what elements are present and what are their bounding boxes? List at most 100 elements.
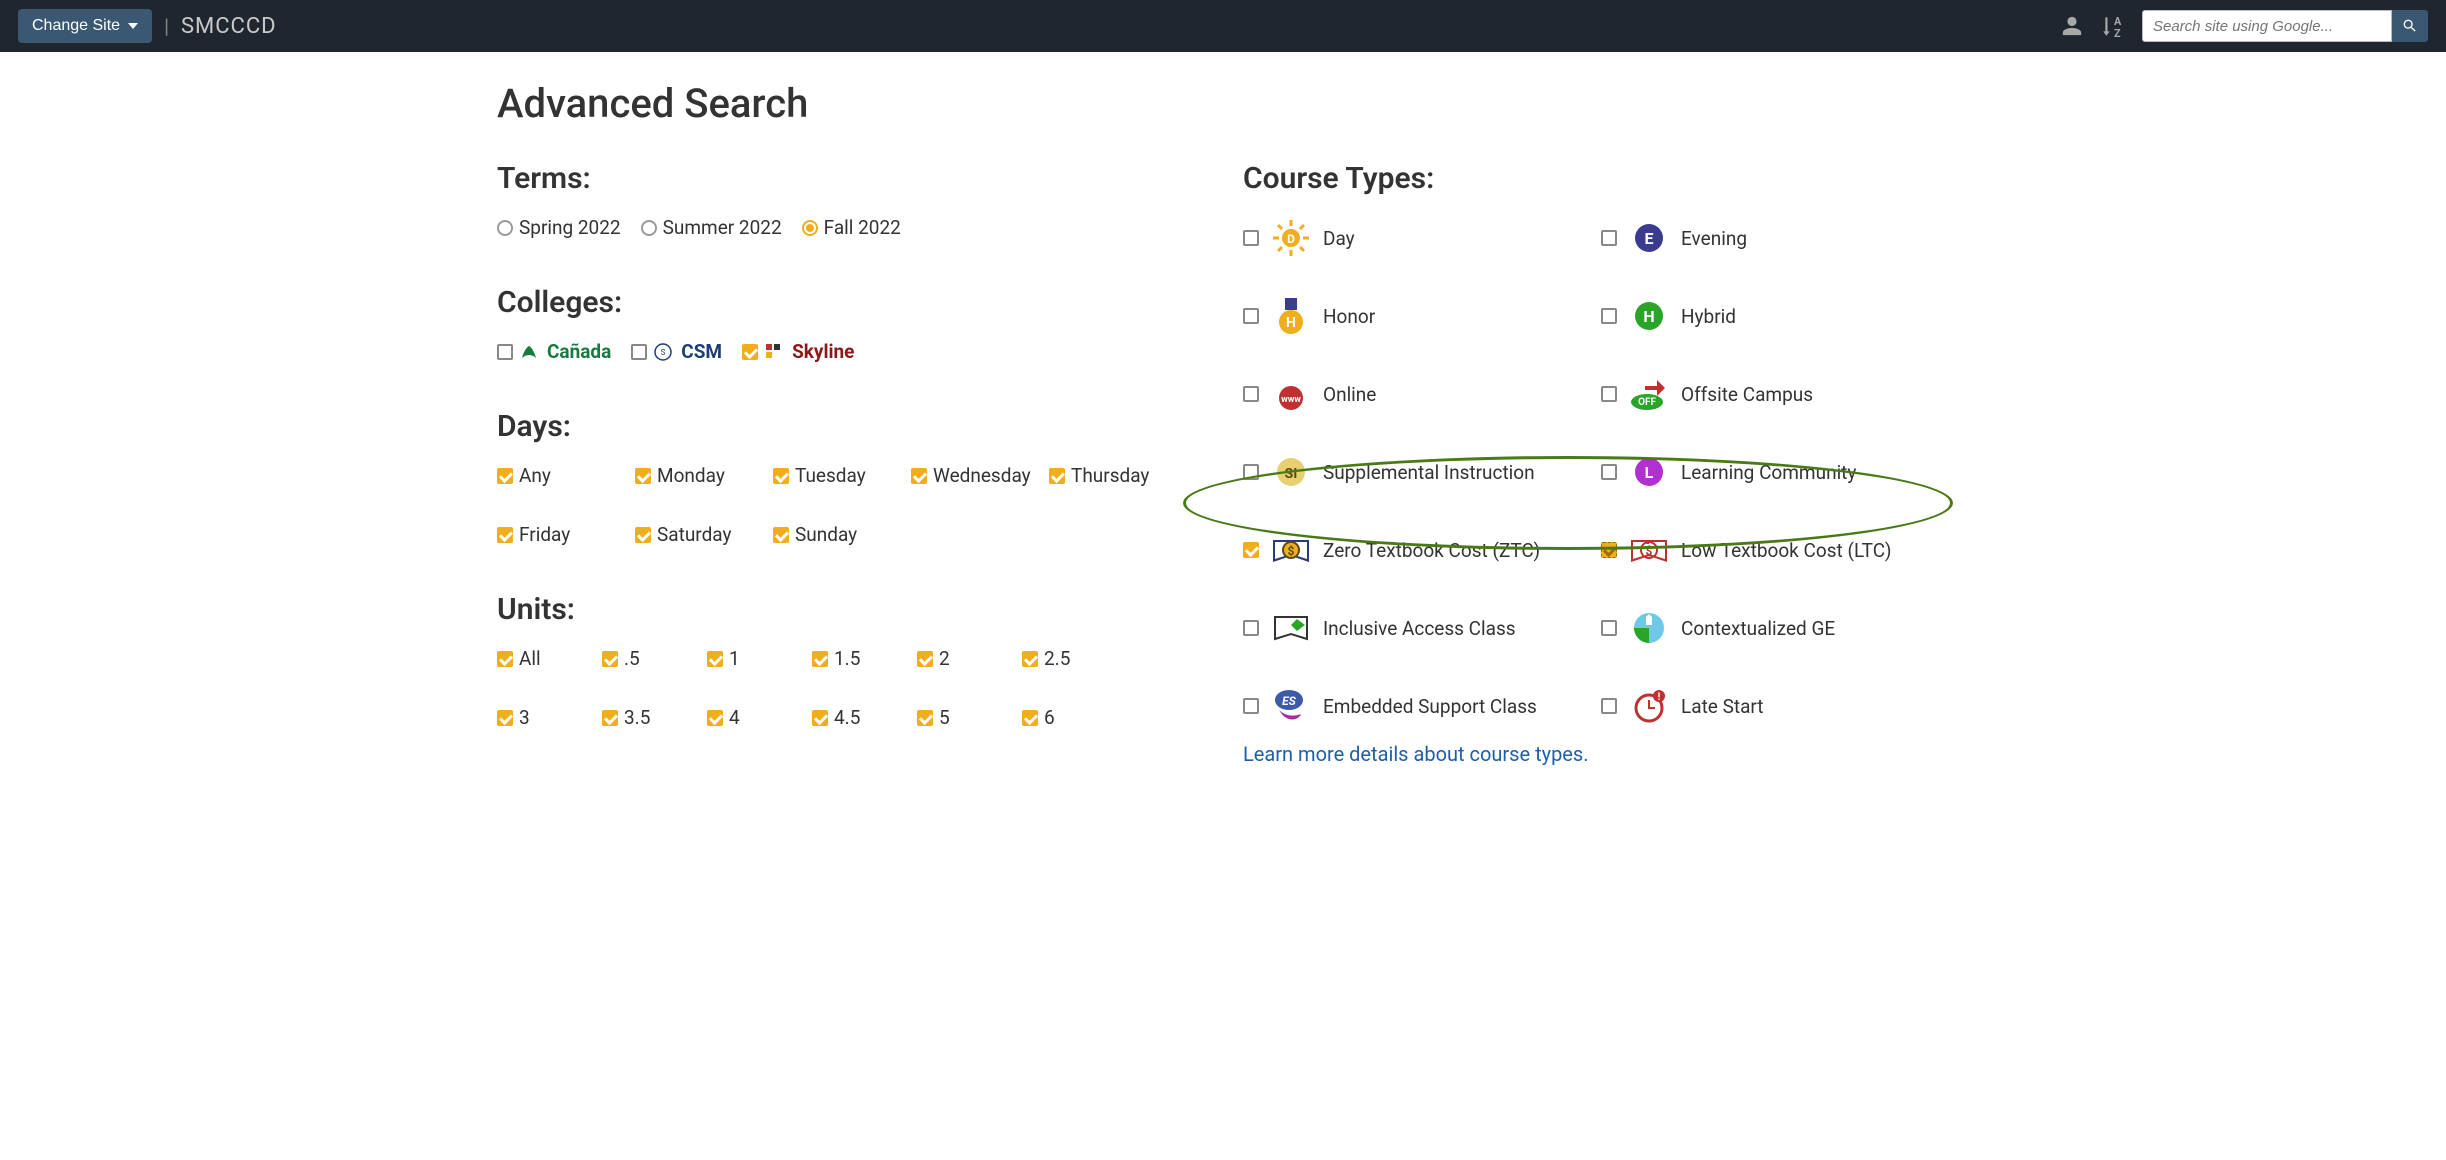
sort-az-icon[interactable]: AZ <box>2100 12 2128 40</box>
day-option[interactable]: Sunday <box>773 523 901 546</box>
checkbox[interactable] <box>497 344 513 360</box>
checkbox[interactable] <box>707 651 723 667</box>
checkbox[interactable] <box>635 468 651 484</box>
checkbox[interactable] <box>497 651 513 667</box>
course-type-option[interactable]: LLearning Community <box>1601 450 1949 494</box>
checkbox[interactable] <box>812 651 828 667</box>
checkbox[interactable] <box>1601 542 1617 558</box>
course-type-option[interactable]: !Late Start <box>1601 684 1949 728</box>
day-option[interactable]: Saturday <box>635 523 763 546</box>
checkbox[interactable] <box>812 710 828 726</box>
course-type-option[interactable]: $Low Textbook Cost (LTC) <box>1601 528 1949 572</box>
checkbox[interactable] <box>497 468 513 484</box>
day-option[interactable]: Wednesday <box>911 464 1039 487</box>
checkbox[interactable] <box>1601 230 1617 246</box>
checkbox[interactable] <box>1049 468 1065 484</box>
course-type-option[interactable]: OFFOffsite Campus <box>1601 372 1949 416</box>
unit-option[interactable]: 2.5 <box>1022 647 1117 670</box>
unit-option[interactable]: .5 <box>602 647 697 670</box>
change-site-button[interactable]: Change Site <box>18 9 152 43</box>
unit-option[interactable]: 1 <box>707 647 802 670</box>
checkbox[interactable] <box>497 710 513 726</box>
checkbox[interactable] <box>773 468 789 484</box>
learn-more-link[interactable]: Learn more details about course types. <box>1243 742 1589 766</box>
unit-option[interactable]: 5 <box>917 706 1012 729</box>
term-option[interactable]: Summer 2022 <box>641 216 782 239</box>
learning-icon: L <box>1627 450 1671 494</box>
radio-button[interactable] <box>497 220 513 236</box>
checkbox[interactable] <box>1243 230 1259 246</box>
college-option[interactable]: Skyline <box>742 340 854 363</box>
checkbox[interactable] <box>917 651 933 667</box>
ztc-icon: $ <box>1269 528 1313 572</box>
topbar: Change Site | SMCCCD AZ <box>0 0 2446 52</box>
offsite-icon: OFF <box>1627 372 1671 416</box>
unit-option[interactable]: 1.5 <box>812 647 907 670</box>
day-option[interactable]: Tuesday <box>773 464 901 487</box>
unit-option[interactable]: 2 <box>917 647 1012 670</box>
checkbox[interactable] <box>1243 620 1259 636</box>
checkbox[interactable] <box>602 710 618 726</box>
course-type-option[interactable]: wwwOnline <box>1243 372 1591 416</box>
checkbox[interactable] <box>1601 698 1617 714</box>
course-type-option[interactable]: Contextualized GE <box>1601 606 1949 650</box>
svg-text:www: www <box>1281 395 1301 405</box>
checkbox[interactable] <box>602 651 618 667</box>
day-option[interactable]: Any <box>497 464 625 487</box>
checkbox[interactable] <box>1601 620 1617 636</box>
course-type-option[interactable]: ESEmbedded Support Class <box>1243 684 1591 728</box>
term-option[interactable]: Spring 2022 <box>497 216 621 239</box>
course-type-option[interactable]: DDay <box>1243 216 1591 260</box>
search-button[interactable] <box>2392 10 2428 42</box>
checkbox[interactable] <box>1022 651 1038 667</box>
course-type-option[interactable]: EEvening <box>1601 216 1949 260</box>
unit-label: 4 <box>729 706 740 729</box>
checkbox[interactable] <box>707 710 723 726</box>
course-type-option[interactable]: SISupplemental Instruction <box>1243 450 1591 494</box>
checkbox[interactable] <box>1601 386 1617 402</box>
course-type-option[interactable]: $Zero Textbook Cost (ZTC) <box>1243 528 1591 572</box>
unit-option[interactable]: 6 <box>1022 706 1117 729</box>
checkbox[interactable] <box>497 527 513 543</box>
course-type-option[interactable]: HHonor <box>1243 294 1591 338</box>
course-type-option[interactable]: HHybrid <box>1601 294 1949 338</box>
unit-option[interactable]: All <box>497 647 592 670</box>
terms-heading: Terms: <box>497 161 1203 196</box>
day-option[interactable]: Thursday <box>1049 464 1177 487</box>
checkbox[interactable] <box>773 527 789 543</box>
svg-text:S: S <box>661 348 666 357</box>
checkbox[interactable] <box>1243 464 1259 480</box>
checkbox[interactable] <box>1601 464 1617 480</box>
day-option[interactable]: Friday <box>497 523 625 546</box>
radio-button[interactable] <box>641 220 657 236</box>
course-type-option[interactable]: Inclusive Access Class <box>1243 606 1591 650</box>
checkbox[interactable] <box>742 344 758 360</box>
hybrid-icon: H <box>1627 294 1671 338</box>
user-icon[interactable] <box>2058 12 2086 40</box>
checkbox[interactable] <box>1243 542 1259 558</box>
checkbox[interactable] <box>1243 308 1259 324</box>
course-type-label: Late Start <box>1681 695 1949 718</box>
unit-option[interactable]: 4 <box>707 706 802 729</box>
checkbox[interactable] <box>917 710 933 726</box>
radio-button[interactable] <box>802 220 818 236</box>
checkbox[interactable] <box>1022 710 1038 726</box>
checkbox[interactable] <box>1243 698 1259 714</box>
checkbox[interactable] <box>911 468 927 484</box>
unit-option[interactable]: 4.5 <box>812 706 907 729</box>
checkbox[interactable] <box>1243 386 1259 402</box>
college-option[interactable]: Cañada <box>497 340 611 363</box>
unit-option[interactable]: 3.5 <box>602 706 697 729</box>
day-label: Thursday <box>1071 464 1149 487</box>
search-input[interactable] <box>2142 10 2392 42</box>
day-option[interactable]: Monday <box>635 464 763 487</box>
svg-text:H: H <box>1286 315 1296 331</box>
college-option[interactable]: SCSM <box>631 340 722 363</box>
checkbox[interactable] <box>635 527 651 543</box>
honor-icon: H <box>1269 294 1313 338</box>
checkbox[interactable] <box>631 344 647 360</box>
checkbox[interactable] <box>1601 308 1617 324</box>
term-option[interactable]: Fall 2022 <box>802 216 901 239</box>
svg-text:Z: Z <box>2114 27 2121 39</box>
unit-option[interactable]: 3 <box>497 706 592 729</box>
